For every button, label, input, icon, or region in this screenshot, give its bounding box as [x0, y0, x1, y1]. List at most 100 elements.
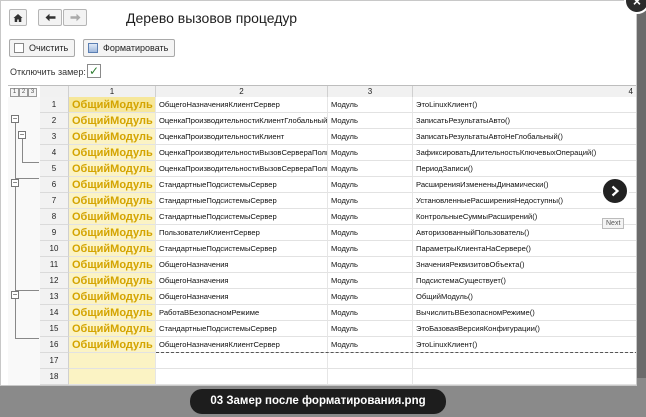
table-cell-c3[interactable]: Модуль	[328, 321, 413, 337]
table-cell-c3[interactable]: Модуль	[328, 161, 413, 177]
table-cell-c4[interactable]: ЭтоLinuxКлиент()	[413, 337, 636, 353]
disable-measure-checkbox[interactable]: ✓	[87, 64, 101, 78]
table-cell-c1[interactable]: ОбщийМодуль	[69, 321, 156, 337]
table-cell-c1[interactable]: ОбщийМодуль	[69, 113, 156, 129]
table-cell-c3[interactable]: Модуль	[328, 257, 413, 273]
table-cell-c4[interactable]: ПараметрыКлиентаНаСервере()	[413, 241, 636, 257]
table-cell-c1[interactable]: ОбщийМодуль	[69, 257, 156, 273]
tree-gutter	[8, 97, 41, 385]
table-cell-c1[interactable]: ОбщийМодуль	[69, 241, 156, 257]
table-cell-c2[interactable]: ОценкаПроизводительностиВызовСервераПолн…	[156, 145, 328, 161]
table-cell-c2[interactable]: СтандартныеПодсистемыСервер	[156, 209, 328, 225]
table-cell-c3[interactable]: Модуль	[328, 145, 413, 161]
table-cell-c3[interactable]: Модуль	[328, 305, 413, 321]
table-cell-c3[interactable]	[328, 385, 413, 386]
clear-button[interactable]: Очистить	[9, 39, 76, 57]
table-cell-c2[interactable]: ОбщегоНазначения	[156, 257, 328, 273]
next-tooltip: Next	[602, 218, 625, 229]
table-cell-c1[interactable]: ОбщийМодуль	[69, 161, 156, 177]
table-cell-c1[interactable]: ОбщийМодуль	[69, 177, 156, 193]
table-cell-c1[interactable]: ОбщийМодуль	[69, 289, 156, 305]
table-cell-c4[interactable]: ЗаписатьРезультатыАвтоНеГлобальный()	[413, 129, 636, 145]
row-number: 2	[40, 113, 69, 129]
tree-line	[15, 338, 39, 339]
level-1-button[interactable]: 1	[10, 88, 19, 97]
forward-button[interactable]	[63, 9, 87, 26]
table-cell-c2[interactable]: СтандартныеПодсистемыСервер	[156, 241, 328, 257]
next-button[interactable]	[601, 177, 629, 205]
table-cell-c2[interactable]	[156, 385, 328, 386]
table-cell-c3[interactable]: Модуль	[328, 209, 413, 225]
table-cell-c4[interactable]	[413, 385, 637, 386]
column-header-4[interactable]: 4	[413, 86, 636, 97]
collapse-icon[interactable]: −	[18, 131, 26, 139]
table-cell-c1[interactable]: ОбщийМодуль	[69, 193, 156, 209]
table-cell-c2[interactable]: ОбщегоНазначенияКлиентСервер	[156, 97, 328, 113]
tree-line	[22, 162, 39, 163]
table-cell-c4[interactable]: ЗафиксироватьДлительностьКлючевыхОпераци…	[413, 145, 636, 161]
table-cell-c3[interactable]: Модуль	[328, 97, 413, 113]
level-3-button[interactable]: 3	[28, 88, 37, 97]
table-cell-c2[interactable]: РаботаВБезопасномРежиме	[156, 305, 328, 321]
table-cell-c2[interactable]: СтандартныеПодсистемыСервер	[156, 177, 328, 193]
table-cell-c1[interactable]: ОбщийМодуль	[69, 145, 156, 161]
table-cell-c3[interactable]: Модуль	[328, 225, 413, 241]
table-cell-c4[interactable]	[413, 369, 636, 385]
table-cell-c2[interactable]: ОбщегоНазначенияКлиентСервер	[156, 337, 328, 353]
table-cell-c2[interactable]	[156, 369, 328, 385]
table-cell-c3[interactable]	[328, 353, 413, 369]
table-cell-c4[interactable]: ЗначенияРеквизитовОбъекта()	[413, 257, 636, 273]
table-cell-c3[interactable]: Модуль	[328, 241, 413, 257]
table-cell-c1[interactable]: ОбщийМодуль	[69, 305, 156, 321]
table-cell-c3[interactable]: Модуль	[328, 177, 413, 193]
row-number: 6	[40, 177, 69, 193]
table-cell-c3[interactable]: Модуль	[328, 113, 413, 129]
collapse-icon[interactable]: −	[11, 291, 19, 299]
table-cell-c4[interactable]: ЗаписатьРезультатыАвто()	[413, 113, 636, 129]
table-cell-c1[interactable]	[69, 385, 156, 386]
row-number: 15	[40, 321, 69, 337]
table-cell-c1[interactable]: ОбщийМодуль	[69, 225, 156, 241]
table-cell-c3[interactable]: Модуль	[328, 289, 413, 305]
chevron-right-icon	[611, 185, 620, 197]
table-cell-c1[interactable]: ОбщийМодуль	[69, 97, 156, 113]
table-cell-c2[interactable]: ОценкаПроизводительностиКлиент	[156, 129, 328, 145]
table-cell-c2[interactable]	[156, 353, 328, 369]
table-cell-c2[interactable]: ОбщегоНазначения	[156, 273, 328, 289]
level-2-button[interactable]: 2	[19, 88, 28, 97]
table-cell-c4[interactable]: ЭтоLinuxКлиент()	[413, 97, 636, 113]
table-cell-c3[interactable]: Модуль	[328, 129, 413, 145]
table-cell-c4[interactable]: ПериодЗаписи()	[413, 161, 636, 177]
table-cell-c1[interactable]: ОбщийМодуль	[69, 129, 156, 145]
format-button[interactable]: Форматировать	[83, 39, 176, 57]
table-cell-c2[interactable]: ОценкаПроизводительностиКлиентГлобальный	[156, 113, 328, 129]
table-cell-c1[interactable]: ОбщийМодуль	[69, 209, 156, 225]
table-cell-c2[interactable]: ОценкаПроизводительностиВызовСервераПолн…	[156, 161, 328, 177]
table-cell-c4[interactable]: ОбщийМодуль()	[413, 289, 636, 305]
table-cell-c2[interactable]: ПользователиКлиентСервер	[156, 225, 328, 241]
row-number: 10	[40, 241, 69, 257]
home-button[interactable]	[9, 9, 27, 26]
table-cell-c3[interactable]	[328, 369, 413, 385]
collapse-icon[interactable]: −	[11, 179, 19, 187]
column-header-2[interactable]: 2	[156, 86, 328, 97]
table-cell-c1[interactable]	[69, 369, 156, 385]
table-cell-c3[interactable]: Модуль	[328, 193, 413, 209]
table-cell-c4[interactable]: ПодсистемаСуществует()	[413, 273, 636, 289]
column-header-1[interactable]: 1	[69, 86, 156, 97]
table-cell-c2[interactable]: ОбщегоНазначения	[156, 289, 328, 305]
collapse-icon[interactable]: −	[11, 115, 19, 123]
table-cell-c4[interactable]: ЭтоБазоваяВерсияКонфигурации()	[413, 321, 636, 337]
column-header-3[interactable]: 3	[328, 86, 413, 97]
table-cell-c4[interactable]: ВычислитьВБезопасномРежиме()	[413, 305, 636, 321]
table-cell-c3[interactable]: Модуль	[328, 273, 413, 289]
table-cell-c1[interactable]: ОбщийМодуль	[69, 337, 156, 353]
call-tree-grid[interactable]: 1 2 3 − − − − 1 2 3 4 1 ОбщийМодуль Общего…	[8, 85, 637, 386]
table-cell-c3[interactable]: Модуль	[328, 337, 413, 353]
table-cell-c2[interactable]: СтандартныеПодсистемыСервер	[156, 321, 328, 337]
table-cell-c1[interactable]: ОбщийМодуль	[69, 273, 156, 289]
table-cell-c1[interactable]	[69, 353, 156, 369]
table-cell-c2[interactable]: СтандартныеПодсистемыСервер	[156, 193, 328, 209]
table-cell-c4[interactable]	[413, 353, 636, 369]
back-button[interactable]	[38, 9, 62, 26]
